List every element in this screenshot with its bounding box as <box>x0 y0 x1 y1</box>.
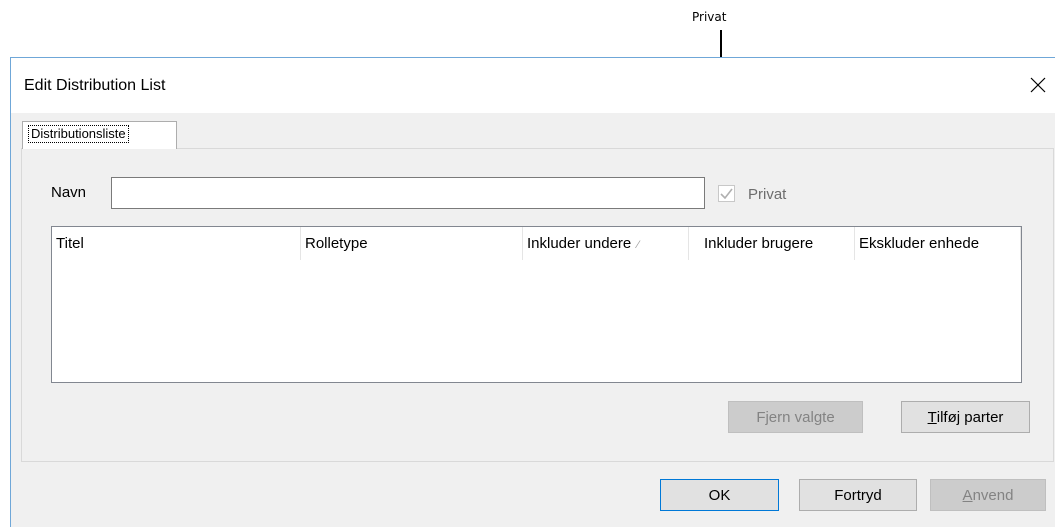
distribution-table[interactable]: Titel Rolletype Inkluder undere ⁄ Inklude… <box>51 226 1022 383</box>
edit-distribution-list-dialog: Edit Distribution List Distributionslist… <box>10 57 1055 527</box>
column-header-rolletype[interactable]: Rolletype <box>301 227 522 260</box>
sort-ascending-icon: ⁄ <box>637 239 640 251</box>
checkmark-icon <box>720 188 733 199</box>
callout-label: Privat <box>692 10 727 24</box>
column-header-titel[interactable]: Titel <box>52 227 300 260</box>
add-parts-button[interactable]: Tilføj parter <box>901 401 1030 433</box>
title-bar: Edit Distribution List <box>11 58 1055 113</box>
tab-distributionsliste[interactable]: Distributionsliste <box>22 121 177 149</box>
name-label: Navn <box>51 184 87 201</box>
remove-selected-button[interactable]: Fjern valgte <box>728 401 863 433</box>
column-header-inkluder-undere[interactable]: Inkluder undere ⁄ <box>523 227 688 260</box>
close-button[interactable] <box>1021 70 1055 100</box>
ok-button[interactable]: OK <box>660 479 779 511</box>
mnemonic-letter: T <box>927 408 937 426</box>
private-checkbox-label[interactable]: Privat <box>748 186 786 203</box>
tab-label: Distributionsliste <box>28 125 129 143</box>
column-header-label: Inkluder undere <box>527 235 632 252</box>
column-header-ekskluder-enhede[interactable]: Ekskluder enhede <box>855 227 1021 260</box>
cancel-button[interactable]: Fortryd <box>799 479 917 511</box>
close-icon <box>1030 77 1046 93</box>
mnemonic-letter: A <box>962 486 973 504</box>
button-label: ilføj parter <box>936 408 1004 426</box>
window-title: Edit Distribution List <box>24 77 166 94</box>
name-input[interactable] <box>111 177 705 209</box>
button-label: nvend <box>972 486 1014 504</box>
private-checkbox[interactable] <box>718 185 735 202</box>
column-separator[interactable] <box>688 227 689 260</box>
column-header-inkluder-brugere[interactable]: Inkluder brugere <box>700 227 854 260</box>
apply-button[interactable]: Anvend <box>930 479 1046 511</box>
column-separator[interactable] <box>1020 227 1021 260</box>
